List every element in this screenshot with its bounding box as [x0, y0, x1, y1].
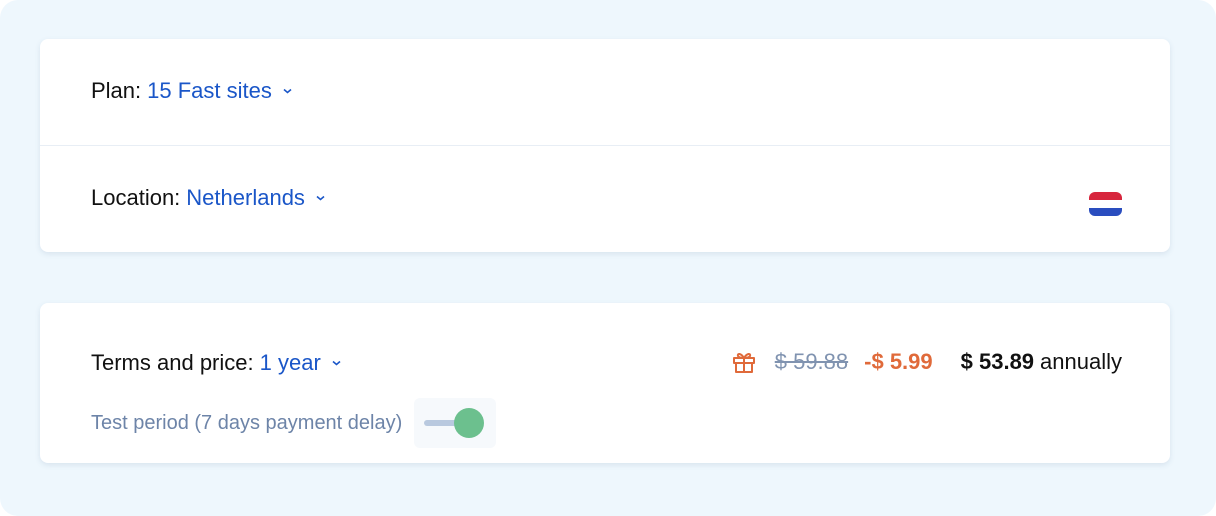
toggle-knob[interactable]	[454, 408, 485, 438]
plan-location-card: Plan: 15 Fast sites Location: Netherland…	[40, 39, 1170, 252]
old-price: $ 59.88	[774, 349, 849, 374]
netherlands-flag-icon	[1089, 192, 1122, 216]
terms-label: Terms and price:	[91, 350, 254, 375]
terms-selector[interactable]: Terms and price: 1 year	[91, 350, 342, 376]
plan-selector[interactable]: Plan: 15 Fast sites	[91, 78, 293, 104]
page-background: Plan: 15 Fast sites Location: Netherland…	[0, 0, 1216, 516]
test-period-label: Test period (7 days payment delay)	[91, 411, 403, 434]
location-selector[interactable]: Location: Netherlands	[91, 185, 326, 211]
terms-price-card: Terms and price: 1 year Test period (7 d…	[40, 303, 1170, 463]
chevron-down-icon[interactable]	[282, 87, 293, 95]
final-price: $ 53.89	[960, 349, 1035, 374]
test-period-toggle[interactable]	[414, 398, 497, 448]
terms-value[interactable]: 1 year	[260, 350, 321, 376]
location-label: Location:	[91, 185, 181, 210]
discount-amount: -$ 5.99	[864, 349, 933, 374]
chevron-down-icon[interactable]	[315, 194, 326, 202]
test-period-row: Test period (7 days payment delay)	[91, 398, 497, 448]
plan-row: Plan: 15 Fast sites	[40, 39, 1170, 146]
location-value[interactable]: Netherlands	[186, 185, 305, 211]
plan-label: Plan:	[91, 78, 142, 103]
price-summary: $ 59.88 -$ 5.99 $ 53.89 annually	[731, 349, 1122, 375]
billing-period: annually	[1040, 349, 1122, 374]
location-row: Location: Netherlands	[40, 146, 1170, 252]
gift-icon	[731, 349, 757, 375]
plan-value[interactable]: 15 Fast sites	[147, 78, 272, 104]
chevron-down-icon[interactable]	[331, 359, 342, 367]
